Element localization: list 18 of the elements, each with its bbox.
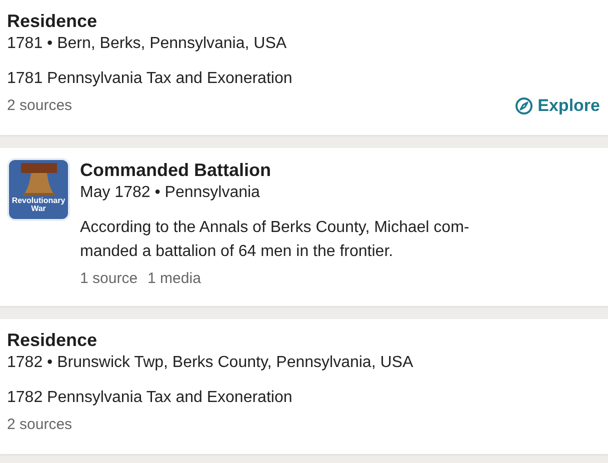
event-title: Residence: [7, 329, 98, 352]
meta-count[interactable]: 2 sources: [7, 414, 72, 436]
description-line: manded a battalion of 64 men in the frontier.: [80, 242, 394, 262]
event-description: 1782 Pennsylvania Tax and Exoneration: [7, 388, 294, 408]
meta-count[interactable]: 1 source: [80, 268, 138, 290]
meta-count[interactable]: 1 media: [148, 268, 201, 290]
explore-button[interactable]: Explore: [514, 96, 600, 116]
event-date-place: May 1782 • Pennsylvania: [80, 183, 261, 203]
event-date-place: 1782 • Brunswick Twp, Berks County, Pennsylvania, USA: [7, 353, 414, 373]
meta-count[interactable]: 2 sources: [7, 95, 72, 117]
bell-icon: [21, 163, 57, 196]
description-line: According to the Annals of Berks County, Michael com-: [80, 218, 470, 238]
compass-icon: [514, 97, 533, 115]
event-title: Commanded Battalion: [80, 159, 272, 182]
badge-label: Revolutionary War: [10, 197, 66, 213]
event-title: Residence: [7, 10, 98, 33]
event-description: 1781 Pennsylvania Tax and Exoneration: [7, 69, 294, 89]
event-date-place: 1781 • Bern, Berks, Pennsylvania, USA: [7, 34, 288, 54]
